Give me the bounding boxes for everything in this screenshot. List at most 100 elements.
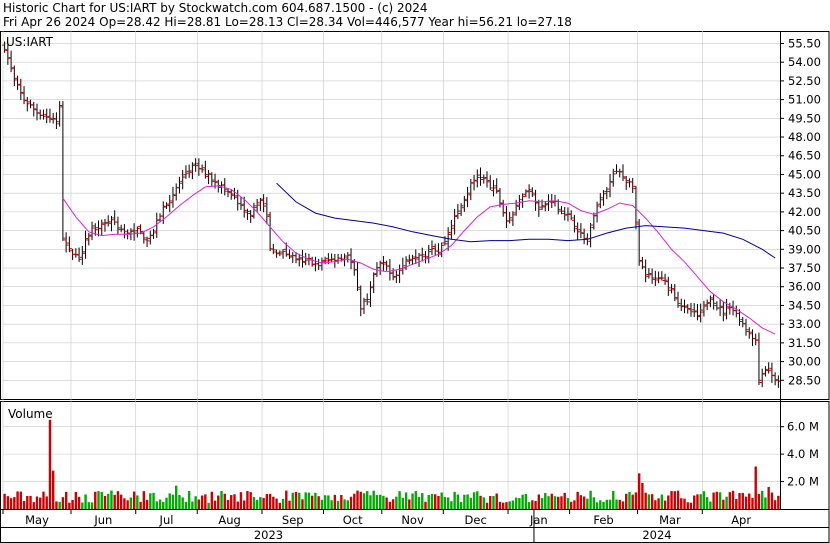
- ohlc-bar: [753, 333, 759, 346]
- volume-bar: [317, 496, 320, 509]
- volume-bar: [434, 494, 437, 509]
- volume-bar: [466, 494, 469, 509]
- volume-bar: [42, 491, 45, 509]
- ohlc-bar: [630, 177, 636, 193]
- ohlc-bar: [740, 316, 746, 328]
- volume-bar: [728, 492, 732, 509]
- ohlc-bar: [714, 301, 720, 311]
- volume-bar: [511, 500, 515, 509]
- volume-bar: [391, 499, 395, 509]
- ohlc-bar: [704, 299, 710, 311]
- volume-bar: [165, 497, 168, 509]
- volume-bar: [579, 495, 583, 509]
- volume-bar: [158, 499, 162, 509]
- ohlc-bar: [112, 210, 118, 226]
- ohlc-bar: [60, 101, 66, 241]
- price-tick-label: 36.00: [788, 280, 821, 294]
- volume-bar: [498, 501, 502, 509]
- ohlc-bar: [759, 368, 765, 388]
- volume-bar: [705, 497, 709, 509]
- volume-bar: [612, 490, 615, 509]
- ohlc-bar: [465, 186, 471, 208]
- volume-bar: [595, 502, 599, 509]
- volume-bar: [777, 495, 780, 509]
- ohlc-bar: [270, 243, 276, 255]
- ohlc-bar: [756, 332, 762, 385]
- volume-bar: [19, 491, 23, 509]
- volume-bar: [314, 492, 317, 509]
- ohlc-bar: [669, 284, 675, 294]
- volume-bar: [139, 501, 142, 509]
- volume-bar: [35, 496, 39, 509]
- volume-bar: [641, 482, 644, 509]
- ohlc-bar: [749, 329, 755, 347]
- volume-bar: [667, 495, 670, 509]
- volume-bar: [398, 491, 401, 509]
- ohlc-bar: [8, 50, 14, 73]
- volume-bar: [582, 496, 586, 509]
- volume-tick-label: 2.0 M: [787, 475, 819, 489]
- volume-bar: [178, 495, 181, 509]
- volume-bar: [446, 497, 450, 509]
- price-tick-label: 30.00: [788, 355, 821, 369]
- price-tick-label: 55.50: [788, 36, 821, 50]
- volume-bar: [100, 491, 103, 509]
- volume-bar: [654, 500, 657, 509]
- volume-bar: [560, 496, 563, 509]
- ohlc-bar: [290, 252, 296, 263]
- volume-bar: [388, 501, 392, 509]
- volume-bar: [233, 494, 236, 509]
- volume-bar: [715, 491, 719, 509]
- ohlc-bar: [367, 281, 373, 307]
- volume-bar: [637, 473, 641, 509]
- volume-bar: [531, 500, 534, 509]
- ohlc-bar: [83, 230, 89, 259]
- ohlc-bar: [448, 219, 454, 240]
- volume-bar: [440, 492, 443, 509]
- volume-bar: [427, 495, 430, 509]
- volume-bar: [142, 491, 146, 509]
- volume-bar: [404, 492, 408, 509]
- volume-bar: [191, 501, 194, 509]
- ohlc-bar: [500, 199, 506, 217]
- ohlc-bar: [176, 176, 182, 194]
- volume-bar: [712, 492, 715, 509]
- volume-bar: [61, 497, 65, 509]
- price-tick-label: 40.50: [788, 224, 821, 238]
- price-tick-label: 48.00: [788, 130, 821, 144]
- volume-bar: [401, 497, 405, 509]
- volume-bar: [64, 491, 68, 509]
- month-label: Jul: [159, 513, 174, 527]
- ohlc-bar: [513, 199, 519, 216]
- volume-bar: [615, 499, 618, 509]
- ohlc-bar: [458, 203, 464, 216]
- volume-bar: [168, 493, 171, 509]
- volume-bar: [116, 491, 120, 509]
- volume-bar: [327, 495, 330, 509]
- volume-bar: [366, 491, 369, 509]
- month-label: Mar: [659, 513, 681, 527]
- volume-bar: [605, 499, 608, 509]
- price-tick-label: 52.50: [788, 74, 821, 88]
- ohlc-bar: [529, 187, 535, 198]
- volume-bar: [119, 494, 123, 509]
- volume-bar: [3, 493, 6, 509]
- volume-bar: [686, 502, 689, 509]
- ohlc-bar: [115, 216, 121, 235]
- ohlc-bar: [643, 259, 649, 283]
- volume-bar: [764, 497, 767, 509]
- volume-bar: [608, 499, 612, 509]
- volume-bar: [521, 494, 524, 509]
- ohlc-bar: [461, 196, 467, 212]
- ohlc-bar: [274, 249, 280, 258]
- ohlc-bar: [173, 183, 179, 201]
- volume-bar: [537, 494, 541, 509]
- volume-bar: [330, 500, 333, 509]
- volume-bar: [123, 498, 126, 509]
- volume-bar: [171, 494, 175, 509]
- volume-bar: [132, 491, 136, 509]
- volume-bar: [718, 492, 722, 509]
- volume-bar: [298, 492, 301, 509]
- volume-bar: [84, 494, 87, 509]
- ohlc-bar: [199, 164, 205, 173]
